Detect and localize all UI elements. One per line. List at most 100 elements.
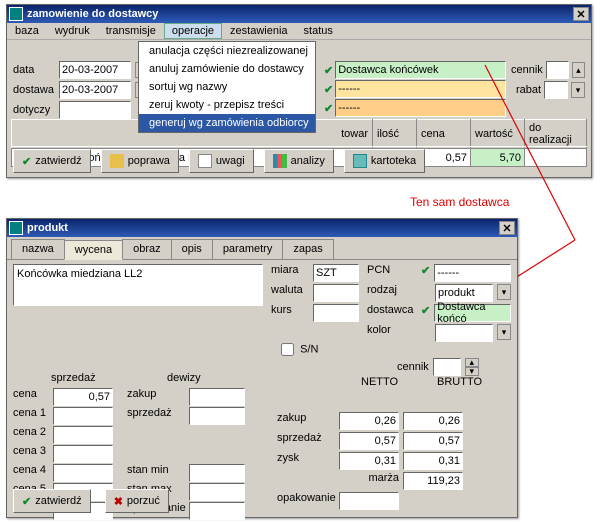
menu-wydruk[interactable]: wydruk — [47, 23, 98, 39]
sysmenu-icon[interactable] — [9, 221, 23, 235]
check-icon[interactable]: ✔ — [324, 102, 333, 115]
menu-zestawienia[interactable]: zestawienia — [222, 23, 295, 39]
porzuc-button[interactable]: ✖porzuć — [105, 489, 169, 513]
field-cena2[interactable] — [53, 426, 113, 444]
menu-status[interactable]: status — [296, 23, 341, 39]
tab-parametry[interactable]: parametry — [212, 239, 284, 259]
field-cennik[interactable] — [546, 61, 569, 79]
close-icon[interactable]: ✕ — [499, 221, 515, 235]
product-tabs: nazwa wycena obraz opis parametry zapas — [7, 237, 517, 260]
tab-nazwa[interactable]: nazwa — [11, 239, 65, 259]
field-cena[interactable]: 0,57 — [53, 388, 113, 406]
check-icon: ✔ — [22, 495, 31, 508]
grp-sprzedaz: sprzedaż — [51, 372, 96, 384]
field-dev-zakup[interactable] — [189, 388, 245, 406]
rodzaj-dd-icon[interactable]: ▾ — [497, 284, 511, 300]
supplier-row-3[interactable]: ------ — [335, 99, 506, 117]
close-icon[interactable]: ✕ — [573, 7, 589, 21]
supplier-row-2[interactable]: ------ — [335, 80, 506, 98]
lbl-cennik2: cennik — [397, 361, 429, 373]
field-sprzedaz-netto[interactable]: 0,57 — [339, 432, 399, 450]
lbl-pcn: PCN — [367, 264, 417, 282]
col-ilosc: ilość — [373, 120, 417, 149]
dd-sortuj[interactable]: sortuj wg nazwy — [139, 78, 315, 96]
kartoteka-button[interactable]: kartoteka — [344, 149, 425, 173]
check-icon[interactable]: ✔ — [324, 83, 333, 96]
field-sprzedaz-brutto[interactable]: 0,57 — [403, 432, 463, 450]
field-cena1[interactable] — [53, 407, 113, 425]
lbl-cena1: cena 1 — [13, 407, 49, 425]
menu-baza[interactable]: baza — [7, 23, 47, 39]
field-dotyczy[interactable] — [59, 101, 131, 119]
field-waluta[interactable] — [313, 284, 359, 302]
field-dostawca[interactable]: Dostawca końcó — [434, 304, 511, 322]
field-zakup-brutto[interactable]: 0,26 — [403, 412, 463, 430]
order-menubar: baza wydruk transmisje operacje zestawie… — [7, 23, 591, 40]
field-pcn[interactable]: ------ — [434, 264, 511, 282]
lbl-dev-zakup: zakup — [127, 388, 185, 406]
supplier-row-1[interactable]: Dostawca końcówek — [335, 61, 506, 79]
lbl-nb-zysk: zysk — [277, 452, 335, 470]
product-name-text: Końcówka miedziana LL2 — [17, 268, 142, 280]
check-icon[interactable]: ✔ — [421, 304, 430, 322]
dd-zeruj[interactable]: zeruj kwoty - przepisz treści — [139, 96, 315, 114]
analizy-button[interactable]: analizy — [264, 149, 334, 173]
field-stanmin[interactable] — [189, 464, 245, 482]
field-zakup-netto[interactable]: 0,26 — [339, 412, 399, 430]
tab-wycena[interactable]: wycena — [64, 240, 123, 260]
note-icon — [198, 154, 212, 168]
field-zysk-netto[interactable]: 0,31 — [339, 452, 399, 470]
field-cena4[interactable] — [53, 464, 113, 482]
uwagi-button[interactable]: uwagi — [189, 149, 254, 173]
lbl-nb-opak: opakowanie — [277, 492, 335, 510]
check-icon[interactable]: ✔ — [324, 64, 333, 77]
tab-obraz[interactable]: obraz — [122, 239, 172, 259]
field-opak[interactable] — [189, 502, 245, 520]
tab-zapas[interactable]: zapas — [282, 239, 333, 259]
field-rabat[interactable] — [544, 81, 568, 99]
stepper-down-icon[interactable]: ▾ — [465, 367, 479, 376]
field-nb-opak[interactable] — [339, 492, 399, 510]
sn-checkbox[interactable] — [281, 343, 294, 356]
menu-transmisje[interactable]: transmisje — [98, 23, 164, 39]
field-rodzaj[interactable]: produkt — [435, 284, 493, 302]
lbl-kolor: kolor — [367, 324, 417, 342]
order-title: zamowienie do dostawcy — [27, 8, 158, 20]
grp-brutto: BRUTTO — [437, 376, 482, 388]
lbl-miara: miara — [271, 264, 307, 282]
grp-netto: NETTO — [361, 376, 398, 388]
lbl-cena: cena — [13, 388, 49, 406]
tab-opis[interactable]: opis — [171, 239, 213, 259]
card-icon — [353, 154, 367, 168]
kolor-dd-icon[interactable]: ▾ — [497, 324, 511, 340]
dd-generuj[interactable]: generuj wg zamówienia odbiorcy — [139, 114, 315, 132]
field-cena3[interactable] — [53, 445, 113, 463]
field-dostawa[interactable]: 20-03-2007 — [59, 81, 131, 99]
field-stanmax[interactable] — [189, 483, 245, 501]
lbl-kurs: kurs — [271, 304, 307, 322]
zatwierdz-button[interactable]: ✔zatwierdź — [13, 149, 91, 173]
field-kurs[interactable] — [313, 304, 359, 322]
poprawa-button[interactable]: poprawa — [101, 149, 179, 173]
field-data[interactable]: 20-03-2007 — [59, 61, 131, 79]
field-marza[interactable]: 119,23 — [403, 472, 463, 490]
cennik-stepper-up-icon[interactable]: ▴ — [572, 62, 585, 78]
order-titlebar: zamowienie do dostawcy ✕ — [7, 5, 591, 23]
col-towar: towar — [341, 128, 368, 140]
field-kolor[interactable] — [435, 324, 493, 342]
field-miara[interactable]: SZT — [313, 264, 359, 282]
dd-anulacja[interactable]: anulacja części niezrealizowanej — [139, 42, 315, 60]
col-doreal: do realizacji — [525, 120, 587, 149]
field-zysk-brutto[interactable]: 0,31 — [403, 452, 463, 470]
field-dev-sprzedaz[interactable] — [189, 407, 245, 425]
dd-anuluj[interactable]: anuluj zamówienie do dostawcy — [139, 60, 315, 78]
x-icon: ✖ — [114, 495, 123, 508]
lbl-rodzaj: rodzaj — [367, 284, 417, 302]
menu-operacje[interactable]: operacje — [164, 23, 222, 39]
field-cennik2[interactable] — [433, 358, 461, 376]
zatwierdz-button[interactable]: ✔zatwierdź — [13, 489, 91, 513]
cennik-stepper-down-icon[interactable]: ▾ — [571, 82, 585, 98]
operacje-dropdown: anulacja części niezrealizowanej anuluj … — [138, 41, 316, 133]
sysmenu-icon[interactable] — [9, 7, 23, 21]
check-icon[interactable]: ✔ — [421, 264, 430, 282]
